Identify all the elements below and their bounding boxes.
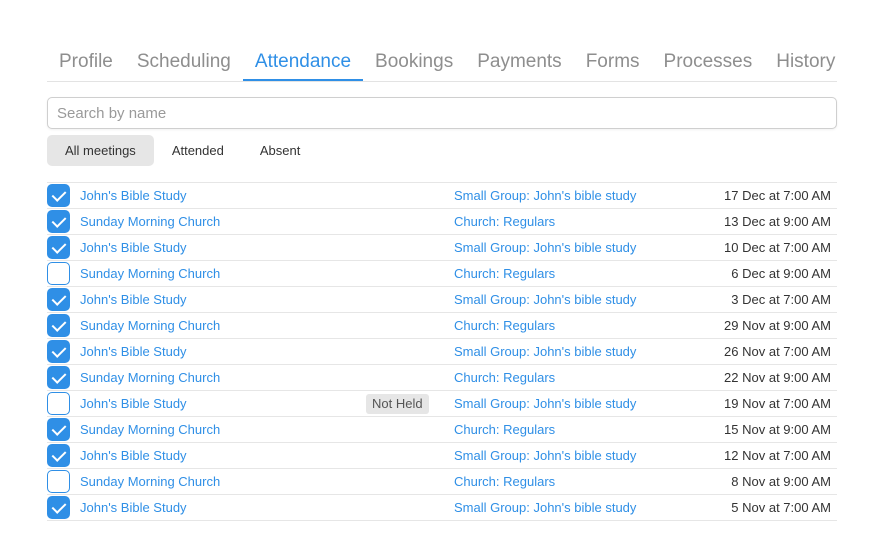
attendance-checkbox[interactable] (47, 262, 70, 285)
attendance-row: Sunday Morning Church Church: Regulars 15 … (47, 417, 837, 443)
attendance-checkbox[interactable] (47, 314, 70, 337)
attendance-checkbox[interactable] (47, 444, 70, 467)
tab-bookings[interactable]: Bookings (363, 44, 465, 81)
meeting-link[interactable]: Sunday Morning Church (80, 365, 220, 391)
tab-history[interactable]: History (764, 44, 847, 81)
meeting-link[interactable]: Sunday Morning Church (80, 417, 220, 443)
meeting-date: 17 Dec at 7:00 AM (724, 188, 831, 203)
meeting-date: 6 Dec at 9:00 AM (731, 266, 831, 281)
group-link[interactable]: Church: Regulars (454, 417, 555, 443)
meeting-date: 13 Dec at 9:00 AM (724, 214, 831, 229)
group-link[interactable]: Small Group: John's bible study (454, 235, 636, 261)
group-link[interactable]: Church: Regulars (454, 313, 555, 339)
attendance-row: John's Bible Study Small Group: John's bi… (47, 183, 837, 209)
attendance-row: John's Bible Study Small Group: John's bi… (47, 443, 837, 469)
meeting-link[interactable]: Sunday Morning Church (80, 261, 220, 287)
attendance-row: Sunday Morning Church Church: Regulars 8 N… (47, 469, 837, 495)
attendance-row: John's Bible Study Small Group: John's bi… (47, 495, 837, 521)
meeting-date: 19 Nov at 7:00 AM (724, 396, 831, 411)
tab-scheduling[interactable]: Scheduling (125, 44, 243, 81)
attendance-row: John's Bible Study Small Group: John's bi… (47, 235, 837, 261)
group-link[interactable]: Church: Regulars (454, 365, 555, 391)
meeting-link[interactable]: Sunday Morning Church (80, 469, 220, 495)
filter-attended[interactable]: Attended (154, 135, 242, 166)
attendance-checkbox[interactable] (47, 340, 70, 363)
group-link[interactable]: Church: Regulars (454, 209, 555, 235)
attendance-row: John's Bible Study Small Group: John's bi… (47, 339, 837, 365)
meeting-link[interactable]: John's Bible Study (80, 495, 187, 521)
tab-attendance[interactable]: Attendance (242, 44, 364, 81)
group-link[interactable]: Small Group: John's bible study (454, 443, 636, 469)
meeting-link[interactable]: John's Bible Study (80, 287, 187, 313)
attendance-row: John's Bible Study Not Held Small Group: J… (47, 391, 837, 417)
attendance-filter: All meetings Attended Absent (47, 135, 318, 166)
attendance-list: John's Bible Study Small Group: John's bi… (47, 182, 837, 521)
not-held-badge: Not Held (366, 394, 429, 414)
group-link[interactable]: Church: Regulars (454, 261, 555, 287)
group-link[interactable]: Small Group: John's bible study (454, 183, 636, 209)
meeting-link[interactable]: John's Bible Study (80, 391, 187, 417)
tab-payments[interactable]: Payments (465, 44, 573, 81)
attendance-checkbox[interactable] (47, 470, 70, 493)
group-link[interactable]: Small Group: John's bible study (454, 287, 636, 313)
meeting-link[interactable]: Sunday Morning Church (80, 209, 220, 235)
tab-processes[interactable]: Processes (652, 44, 765, 81)
attendance-checkbox[interactable] (47, 496, 70, 519)
attendance-row: Sunday Morning Church Church: Regulars 6 D… (47, 261, 837, 287)
tab-bar: Profile Scheduling Attendance Bookings P… (47, 44, 837, 82)
attendance-checkbox[interactable] (47, 366, 70, 389)
attendance-checkbox[interactable] (47, 288, 70, 311)
meeting-date: 8 Nov at 9:00 AM (731, 474, 831, 489)
attendance-row: Sunday Morning Church Church: Regulars 22 … (47, 365, 837, 391)
tab-profile[interactable]: Profile (47, 44, 125, 81)
group-link[interactable]: Church: Regulars (454, 469, 555, 495)
meeting-date: 12 Nov at 7:00 AM (724, 448, 831, 463)
attendance-row: Sunday Morning Church Church: Regulars 29 … (47, 313, 837, 339)
filter-absent[interactable]: Absent (242, 135, 318, 166)
search-input[interactable] (47, 97, 837, 129)
meeting-date: 22 Nov at 9:00 AM (724, 370, 831, 385)
tab-forms[interactable]: Forms (574, 44, 652, 81)
attendance-checkbox[interactable] (47, 210, 70, 233)
group-link[interactable]: Small Group: John's bible study (454, 339, 636, 365)
attendance-row: Sunday Morning Church Church: Regulars 13 … (47, 209, 837, 235)
attendance-checkbox[interactable] (47, 418, 70, 441)
meeting-link[interactable]: John's Bible Study (80, 443, 187, 469)
meeting-date: 3 Dec at 7:00 AM (731, 292, 831, 307)
meeting-date: 15 Nov at 9:00 AM (724, 422, 831, 437)
meeting-date: 10 Dec at 7:00 AM (724, 240, 831, 255)
attendance-checkbox[interactable] (47, 184, 70, 207)
meeting-link[interactable]: Sunday Morning Church (80, 313, 220, 339)
meeting-link[interactable]: John's Bible Study (80, 183, 187, 209)
meeting-link[interactable]: John's Bible Study (80, 235, 187, 261)
attendance-row: John's Bible Study Small Group: John's bi… (47, 287, 837, 313)
meeting-date: 5 Nov at 7:00 AM (731, 500, 831, 515)
meeting-date: 26 Nov at 7:00 AM (724, 344, 831, 359)
filter-all-meetings[interactable]: All meetings (47, 135, 154, 166)
attendance-checkbox[interactable] (47, 392, 70, 415)
meeting-link[interactable]: John's Bible Study (80, 339, 187, 365)
group-link[interactable]: Small Group: John's bible study (454, 391, 636, 417)
attendance-checkbox[interactable] (47, 236, 70, 259)
meeting-date: 29 Nov at 9:00 AM (724, 318, 831, 333)
group-link[interactable]: Small Group: John's bible study (454, 495, 636, 521)
